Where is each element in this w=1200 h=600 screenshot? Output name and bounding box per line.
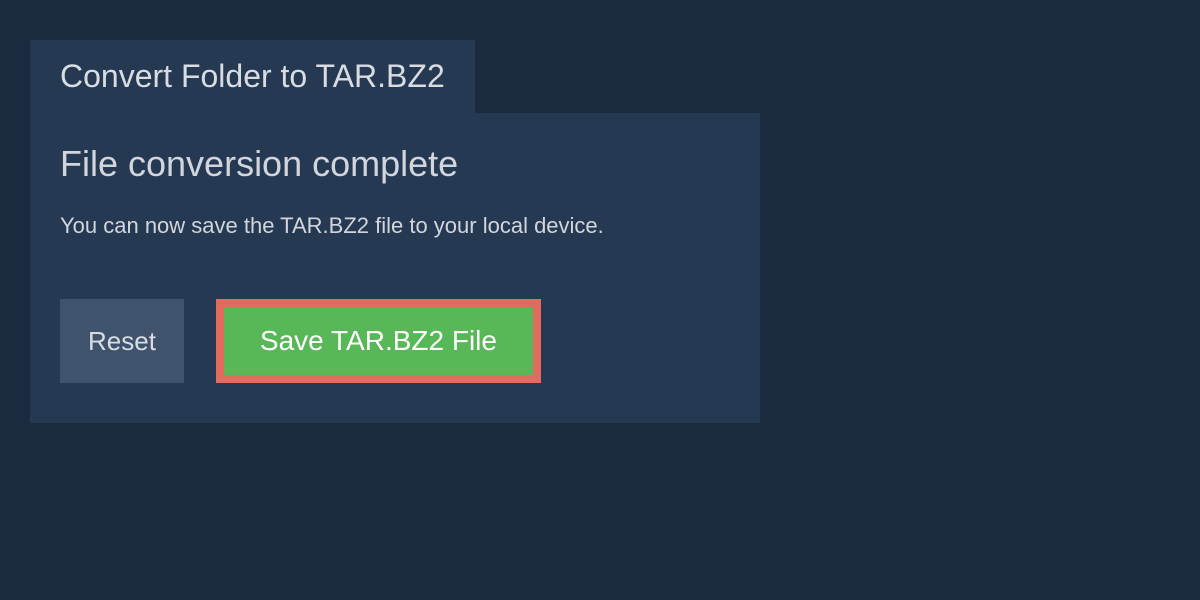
tab-header[interactable]: Convert Folder to TAR.BZ2: [30, 40, 475, 113]
button-row: Reset Save TAR.BZ2 File: [60, 299, 730, 383]
reset-button[interactable]: Reset: [60, 299, 184, 383]
save-button[interactable]: Save TAR.BZ2 File: [216, 299, 541, 383]
panel-message: You can now save the TAR.BZ2 file to you…: [60, 213, 730, 239]
main-container: Convert Folder to TAR.BZ2 File conversio…: [0, 0, 1200, 463]
tab-title: Convert Folder to TAR.BZ2: [60, 58, 445, 94]
panel-title: File conversion complete: [60, 143, 730, 185]
conversion-panel: File conversion complete You can now sav…: [30, 113, 760, 423]
